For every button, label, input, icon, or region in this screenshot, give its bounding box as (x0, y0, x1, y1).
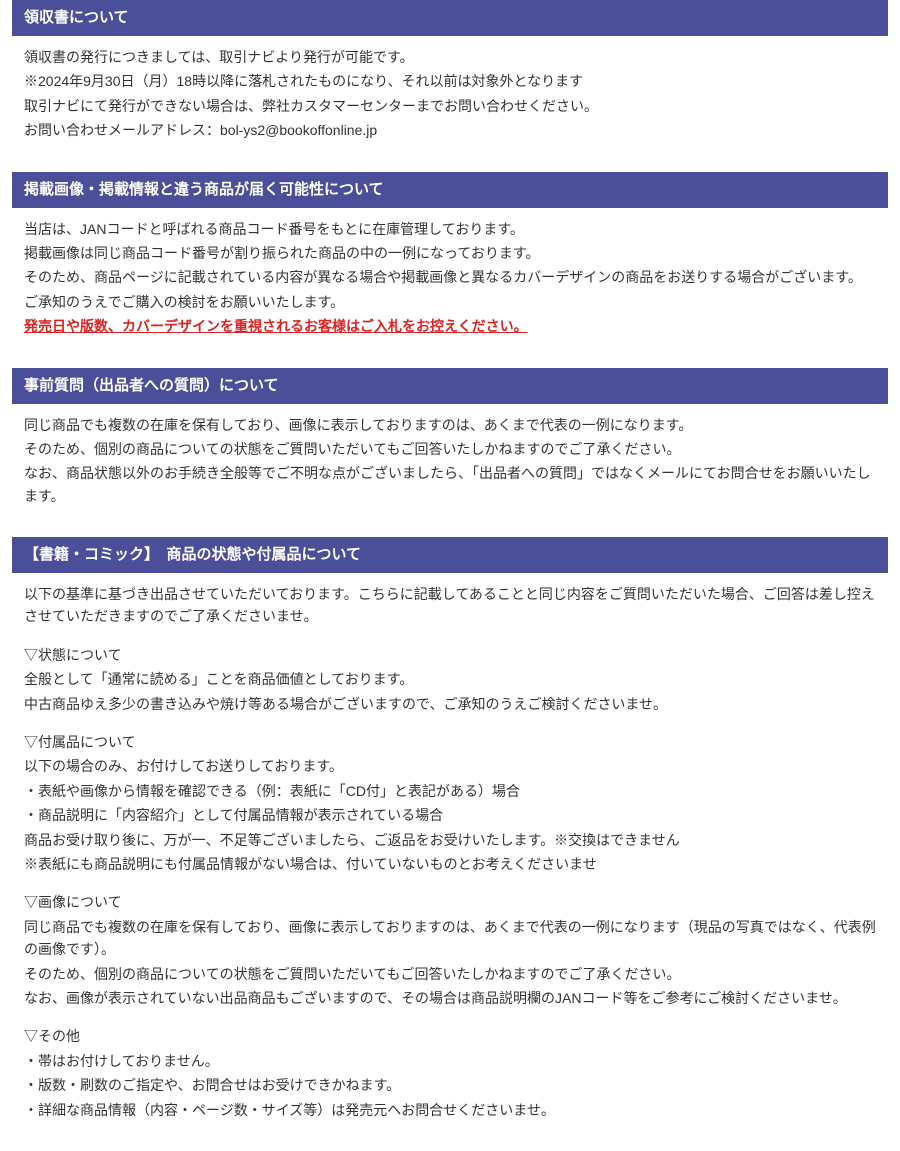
paragraph: 商品お受け取り後に、万が一、不足等ございましたら、ご返品をお受けいたします。※交… (24, 829, 876, 851)
paragraph: ・詳細な商品情報（内容・ページ数・サイズ等）は発売元へお問合せくださいませ。 (24, 1099, 876, 1121)
section-3: 【書籍・コミック】 商品の状態や付属品について以下の基準に基づき出品させていただ… (12, 537, 888, 1127)
paragraph: ※表紙にも商品説明にも付属品情報がない場合は、付いていないものとお考えくださいま… (24, 853, 876, 875)
section-body: 同じ商品でも複数の在庫を保有しており、画像に表示しておりますのは、あくまで代表の… (12, 404, 888, 514)
paragraph: 発売日や版数、カバーデザインを重視されるお客様はご入札をお控えください。 (24, 315, 876, 337)
paragraph: ・表紙や画像から情報を確認できる（例：表紙に「CD付」と表記がある）場合 (24, 780, 876, 802)
section-header: 【書籍・コミック】 商品の状態や付属品について (12, 537, 888, 573)
paragraph: 同じ商品でも複数の在庫を保有しており、画像に表示しておりますのは、あくまで代表の… (24, 414, 876, 436)
paragraph: なお、画像が表示されていない出品商品もございますので、その場合は商品説明欄のJA… (24, 987, 876, 1009)
paragraph: 取引ナビにて発行ができない場合は、弊社カスタマーセンターまでお問い合わせください… (24, 95, 876, 117)
paragraph: そのため、商品ページに記載されている内容が異なる場合や掲載画像と異なるカバーデザ… (24, 266, 876, 288)
paragraph: 以下の場合のみ、お付けしてお送りしております。 (24, 755, 876, 777)
section-2: 事前質問（出品者への質問）について同じ商品でも複数の在庫を保有しており、画像に表… (12, 368, 888, 514)
paragraph: ご承知のうえでご購入の検討をお願いいたします。 (24, 291, 876, 313)
paragraph: ▽付属品について (24, 731, 876, 753)
paragraph: お問い合わせメールアドレス：bol-ys2@bookoffonline.jp (24, 119, 876, 141)
spacer (24, 877, 876, 891)
emphasis-text: 発売日や版数、カバーデザインを重視されるお客様はご入札をお控えください。 (24, 318, 528, 334)
section-body: 以下の基準に基づき出品させていただいております。こちらに記載してあることと同じ内… (12, 573, 888, 1127)
section-0: 領収書について領収書の発行につきましては、取引ナビより発行が可能です。※2024… (12, 0, 888, 148)
paragraph: ※2024年9月30日（月）18時以降に落札されたものになり、それ以前は対象外と… (24, 70, 876, 92)
section-body: 当店は、JANコードと呼ばれる商品コード番号をもとに在庫管理しております。掲載画… (12, 208, 888, 344)
section-1: 掲載画像・掲載情報と違う商品が届く可能性について当店は、JANコードと呼ばれる商… (12, 172, 888, 344)
spacer (24, 1011, 876, 1025)
paragraph: なお、商品状態以外のお手続き全般等でご不明な点がございましたら、「出品者への質問… (24, 462, 876, 507)
section-body: 領収書の発行につきましては、取引ナビより発行が可能です。※2024年9月30日（… (12, 36, 888, 148)
paragraph: 中古商品ゆえ多少の書き込みや焼け等ある場合がございますので、ご承知のうえご検討く… (24, 693, 876, 715)
paragraph: 当店は、JANコードと呼ばれる商品コード番号をもとに在庫管理しております。 (24, 218, 876, 240)
paragraph: ・帯はお付けしておりません。 (24, 1050, 876, 1072)
paragraph: ▽状態について (24, 644, 876, 666)
spacer (24, 630, 876, 644)
section-header: 事前質問（出品者への質問）について (12, 368, 888, 404)
section-header: 掲載画像・掲載情報と違う商品が届く可能性について (12, 172, 888, 208)
paragraph: 以下の基準に基づき出品させていただいております。こちらに記載してあることと同じ内… (24, 583, 876, 628)
section-header: 領収書について (12, 0, 888, 36)
paragraph: そのため、個別の商品についての状態をご質問いただいてもご回答いたしかねますのでご… (24, 963, 876, 985)
paragraph: 掲載画像は同じ商品コード番号が割り振られた商品の中の一例になっております。 (24, 242, 876, 264)
paragraph: ▽画像について (24, 891, 876, 913)
paragraph: ・版数・刷数のご指定や、お問合せはお受けできかねます。 (24, 1074, 876, 1096)
paragraph: 全般として「通常に読める」ことを商品価値としております。 (24, 668, 876, 690)
paragraph: 同じ商品でも複数の在庫を保有しており、画像に表示しておりますのは、あくまで代表の… (24, 916, 876, 961)
paragraph: そのため、個別の商品についての状態をご質問いただいてもご回答いたしかねますのでご… (24, 438, 876, 460)
paragraph: 領収書の発行につきましては、取引ナビより発行が可能です。 (24, 46, 876, 68)
spacer (24, 717, 876, 731)
paragraph: ・商品説明に「内容紹介」として付属品情報が表示されている場合 (24, 804, 876, 826)
